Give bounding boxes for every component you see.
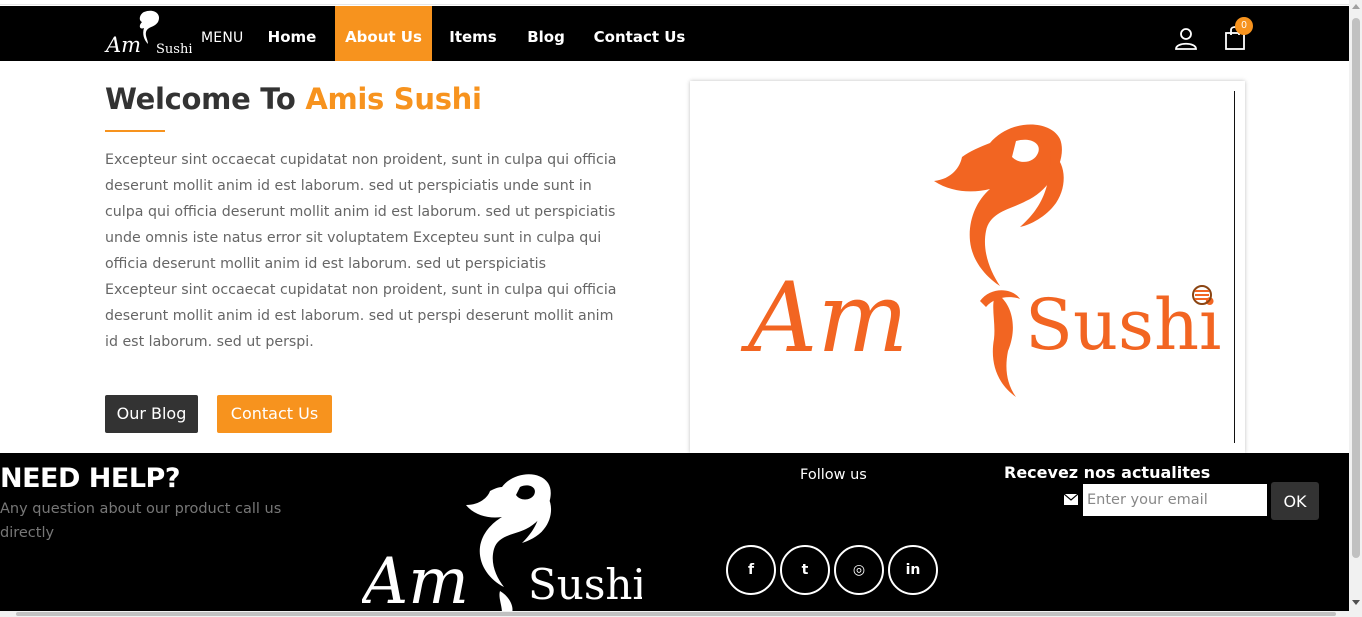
nav-item-about-us[interactable]: About Us bbox=[335, 6, 432, 61]
linkedin-icon[interactable]: in bbox=[888, 545, 938, 595]
page: Am Sushi MENU Home About Us Items Blog C… bbox=[0, 0, 1362, 617]
need-help-heading: NEED HELP? bbox=[0, 463, 181, 494]
facebook-icon[interactable]: f bbox=[726, 545, 776, 595]
horizontal-scroll-thumb[interactable] bbox=[16, 612, 1336, 616]
amis-sushi-logo-image: Am Sushi bbox=[740, 124, 1221, 397]
logo-image-card: Am Sushi bbox=[690, 81, 1245, 453]
footer: NEED HELP? Any question about our produc… bbox=[0, 453, 1349, 617]
newsletter-title: Recevez nos actualites bbox=[1004, 463, 1211, 482]
email-input[interactable] bbox=[1083, 484, 1267, 516]
logo-script-text: Am bbox=[104, 33, 141, 57]
follow-us-label: Follow us bbox=[800, 467, 867, 483]
menu-label[interactable]: MENU bbox=[201, 30, 243, 46]
about-text: Excepteur sint occaecat cupidatat non pr… bbox=[105, 152, 617, 350]
scroll-up-arrow-icon[interactable] bbox=[1352, 4, 1360, 9]
horizontal-scrollbar[interactable] bbox=[0, 611, 1349, 617]
cart-count-badge: 0 bbox=[1235, 17, 1253, 35]
title-accent: Amis Sushi bbox=[305, 82, 482, 116]
vertical-scrollbar[interactable] bbox=[1349, 0, 1362, 617]
instagram-icon[interactable]: ◎ bbox=[834, 545, 884, 595]
nav-item-items[interactable]: Items bbox=[441, 6, 505, 61]
page-title: Welcome To Amis Sushi bbox=[105, 82, 482, 116]
vertical-scroll-thumb[interactable] bbox=[1352, 18, 1360, 558]
need-help-subtext: Any question about our product call us d… bbox=[0, 501, 282, 541]
logo-sushi-text: Sushi bbox=[528, 560, 642, 609]
logo-script-text: Am bbox=[362, 545, 469, 613]
scroll-down-arrow-icon[interactable] bbox=[1352, 600, 1360, 605]
image-divider-line bbox=[1234, 91, 1235, 443]
nav-item-home[interactable]: Home bbox=[258, 6, 326, 61]
brand-logo[interactable]: Am Sushi bbox=[104, 8, 192, 58]
logo-sushi-text: Sushi bbox=[1025, 284, 1221, 366]
our-blog-button[interactable]: Our Blog bbox=[105, 395, 198, 433]
logo-sushi-text: Sushi bbox=[156, 42, 192, 57]
logo-script-text: Am bbox=[740, 262, 908, 374]
contact-us-button[interactable]: Contact Us bbox=[217, 395, 332, 433]
envelope-icon bbox=[1064, 494, 1078, 505]
title-prefix: Welcome To bbox=[105, 82, 306, 116]
twitter-icon[interactable]: t bbox=[780, 545, 830, 595]
top-border bbox=[0, 0, 1349, 5]
navbar: Am Sushi MENU Home About Us Items Blog C… bbox=[0, 6, 1349, 61]
ok-button[interactable]: OK bbox=[1271, 482, 1319, 520]
nav-item-blog[interactable]: Blog bbox=[519, 6, 573, 61]
footer-logo[interactable]: Am Sushi bbox=[362, 465, 642, 613]
user-icon[interactable] bbox=[1174, 26, 1198, 50]
title-underline bbox=[105, 130, 165, 132]
nav-item-contact-us[interactable]: Contact Us bbox=[588, 6, 691, 61]
